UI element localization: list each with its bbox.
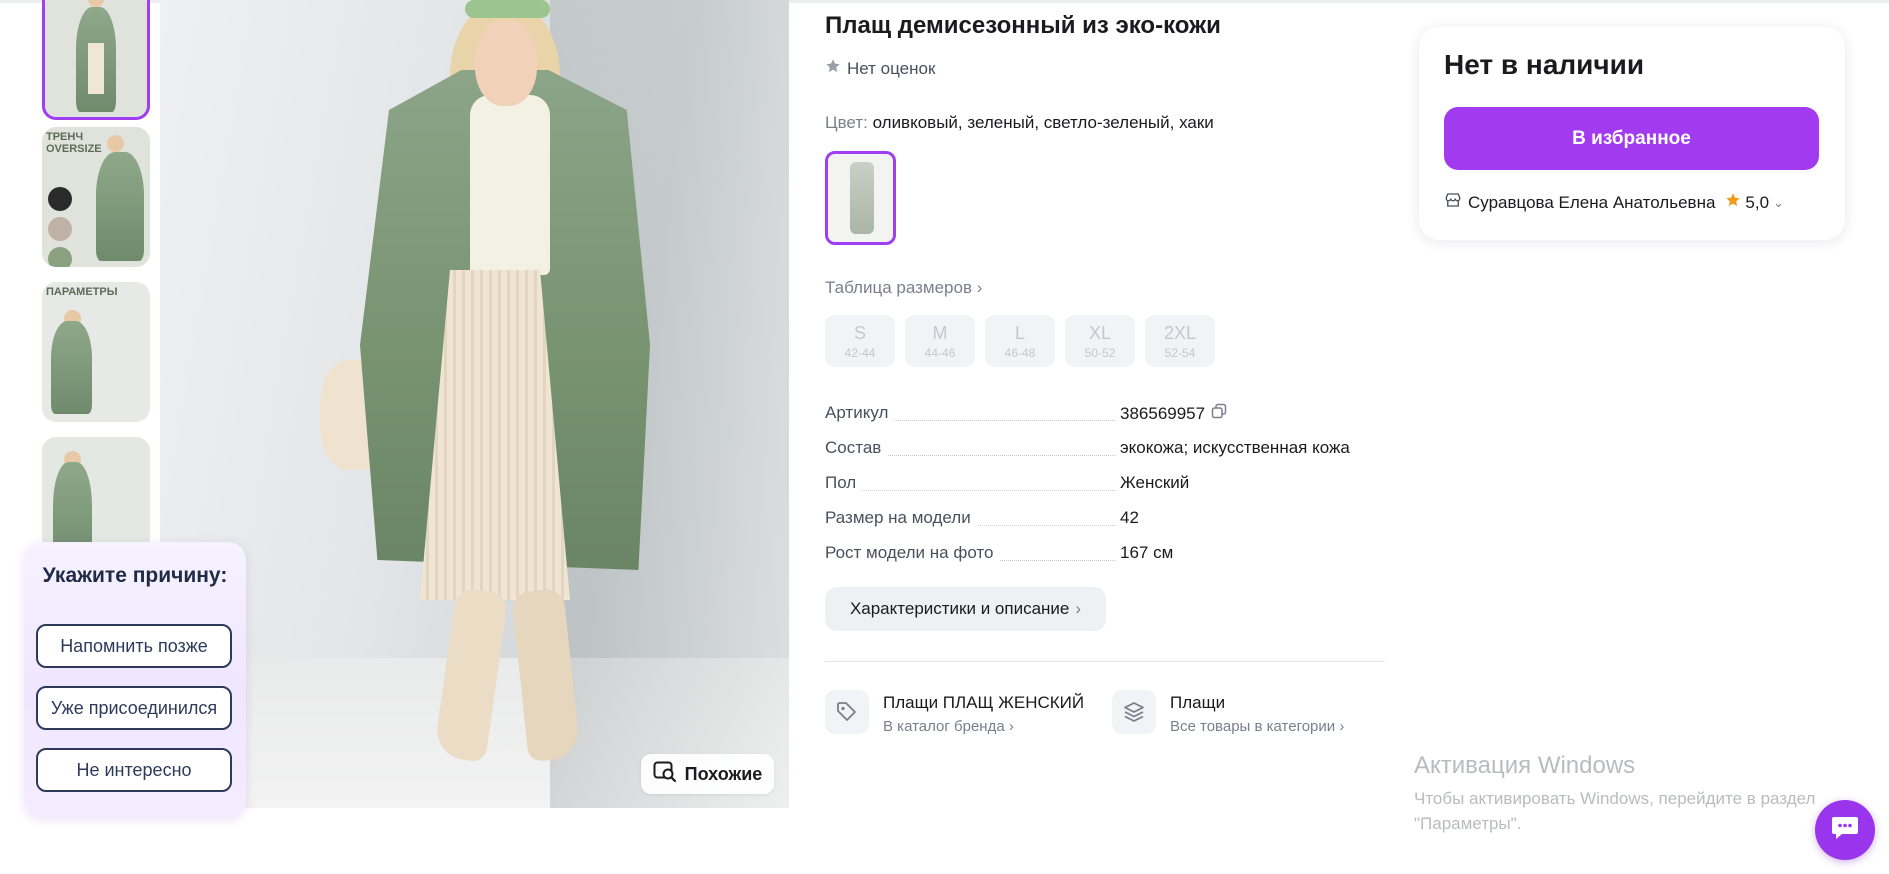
thumbnail-strip[interactable]: ТРЕНЧ OVERSIZE ПАРАМЕТРЫ [42,0,152,560]
similar-button[interactable]: Похожие [641,754,774,794]
product-title: Плащ демисезонный из эко-кожи [825,12,1221,39]
spec-row: Артикул 386569957 [825,403,1385,438]
seller-name: Суравцова Елена Анатольевна [1468,192,1716,212]
windows-activation-text: Чтобы активировать Windows, перейдите в … [1414,789,1816,833]
size-chip[interactable]: S 42-44 [825,315,895,367]
size-chip[interactable]: L 46-48 [985,315,1055,367]
size-label: M [932,323,948,343]
spec-value: 386569957 [1120,403,1227,424]
star-icon [825,58,841,79]
layers-icon [1112,690,1156,734]
color-value: оливковый, зеленый, светло-зеленый, хаки [872,113,1214,132]
category-name: Плащи [1170,693,1226,712]
spec-value: 167 см [1120,543,1174,562]
spec-row: Рост модели на фото 167 см [825,543,1385,578]
visual-search-icon [653,761,677,788]
color-line: Цвет: оливковый, зеленый, светло-зеленый… [825,113,1214,133]
chevron-down-icon[interactable]: ⌄ [1773,195,1784,211]
characteristics-button[interactable]: Характеристики и описание › [825,587,1106,631]
thumbnail-label: ПАРАМЕТРЫ [46,286,118,298]
not-interested-button[interactable]: Не интересно [36,748,232,792]
specs-list: Артикул 386569957 Состав экокожа; искусс… [825,403,1385,578]
rating-text: Нет оценок [847,58,936,78]
spec-label: Рост модели на фото [825,543,1000,563]
tag-icon [825,690,869,734]
spec-label: Размер на модели [825,508,977,528]
size-chip[interactable]: XL 50-52 [1065,315,1135,367]
thumbnail-3[interactable]: ПАРАМЕТРЫ [42,282,150,422]
color-swatch[interactable] [825,151,896,245]
rating[interactable]: Нет оценок [825,58,935,79]
size-label: L [1014,323,1025,343]
size-chip[interactable]: M 44-46 [905,315,975,367]
thumbnail-1[interactable] [42,0,150,120]
spec-row: Состав экокожа; искусственная кожа [825,438,1385,473]
shop-icon [1444,191,1462,214]
size-range: 52-54 [1164,346,1196,360]
spec-value: 42 [1120,508,1139,527]
buy-box: Нет в наличии В избранное Суравцова Елен… [1419,27,1845,240]
seller-info[interactable]: Суравцова Елена Анатольевна 5,0 ⌄ [1444,191,1784,214]
remind-later-button[interactable]: Напомнить позже [36,624,232,668]
seller-rating: 5,0 ⌄ [1725,192,1784,213]
windows-activation-title: Активация Windows [1414,752,1636,779]
size-range: 42-44 [844,346,876,360]
main-product-image[interactable] [160,0,789,808]
reason-popup-title: Укажите причину: [42,564,228,587]
star-icon [1725,192,1741,213]
color-label: Цвет: [825,113,868,132]
spec-row: Размер на модели 42 [825,508,1385,543]
size-label: S [853,323,866,343]
spec-row: Пол Женский [825,473,1385,508]
seller-rating-value: 5,0 [1745,192,1770,212]
add-to-favorites-button[interactable]: В избранное [1444,107,1819,170]
size-range: 44-46 [924,346,956,360]
chevron-right-icon: › [1075,599,1082,618]
already-joined-button[interactable]: Уже присоединился [36,686,232,730]
spec-label: Пол [825,473,863,493]
chat-button[interactable] [1815,800,1875,860]
chevron-right-icon: › [976,278,983,297]
size-range: 50-52 [1084,346,1116,360]
spec-value: Женский [1120,473,1190,492]
spec-label: Состав [825,438,888,458]
size-label: 2XL [1163,323,1197,343]
brand-catalog-link[interactable]: Плащи ПЛАЩ ЖЕНСКИЙ В каталог бренда › [825,690,1084,735]
brand-link-sub: В каталог бренда › [883,718,1014,735]
brand-name: Плащи ПЛАЩ ЖЕНСКИЙ [883,693,1085,712]
spec-value: экокожа; искусственная кожа [1120,438,1350,457]
size-chip[interactable]: 2XL 52-54 [1145,315,1215,367]
stock-status: Нет в наличии [1444,49,1645,80]
similar-button-label: Похожие [684,763,763,784]
size-selector: S 42-44 M 44-46 L 46-48 XL 50-52 2XL 52-54 [825,315,1215,367]
size-table-link[interactable]: Таблица размеров › [825,278,982,298]
category-link-sub: Все товары в категории › [1170,718,1345,735]
thumbnail-2[interactable]: ТРЕНЧ OVERSIZE [42,127,150,267]
spec-label: Артикул [825,403,895,423]
size-table-label: Таблица размеров [825,278,972,297]
article-number: 386569957 [1120,403,1206,423]
thumbnail-label: ТРЕНЧ OVERSIZE [46,131,102,155]
chat-icon [1830,814,1860,847]
divider [825,661,1385,662]
characteristics-label: Характеристики и описание [849,599,1070,618]
size-range: 46-48 [1004,346,1036,360]
size-label: XL [1088,323,1112,343]
copy-icon[interactable] [1211,403,1227,424]
reason-popup: Укажите причину: Напомнить позже Уже при… [24,542,246,818]
category-link[interactable]: Плащи Все товары в категории › [1112,690,1344,735]
